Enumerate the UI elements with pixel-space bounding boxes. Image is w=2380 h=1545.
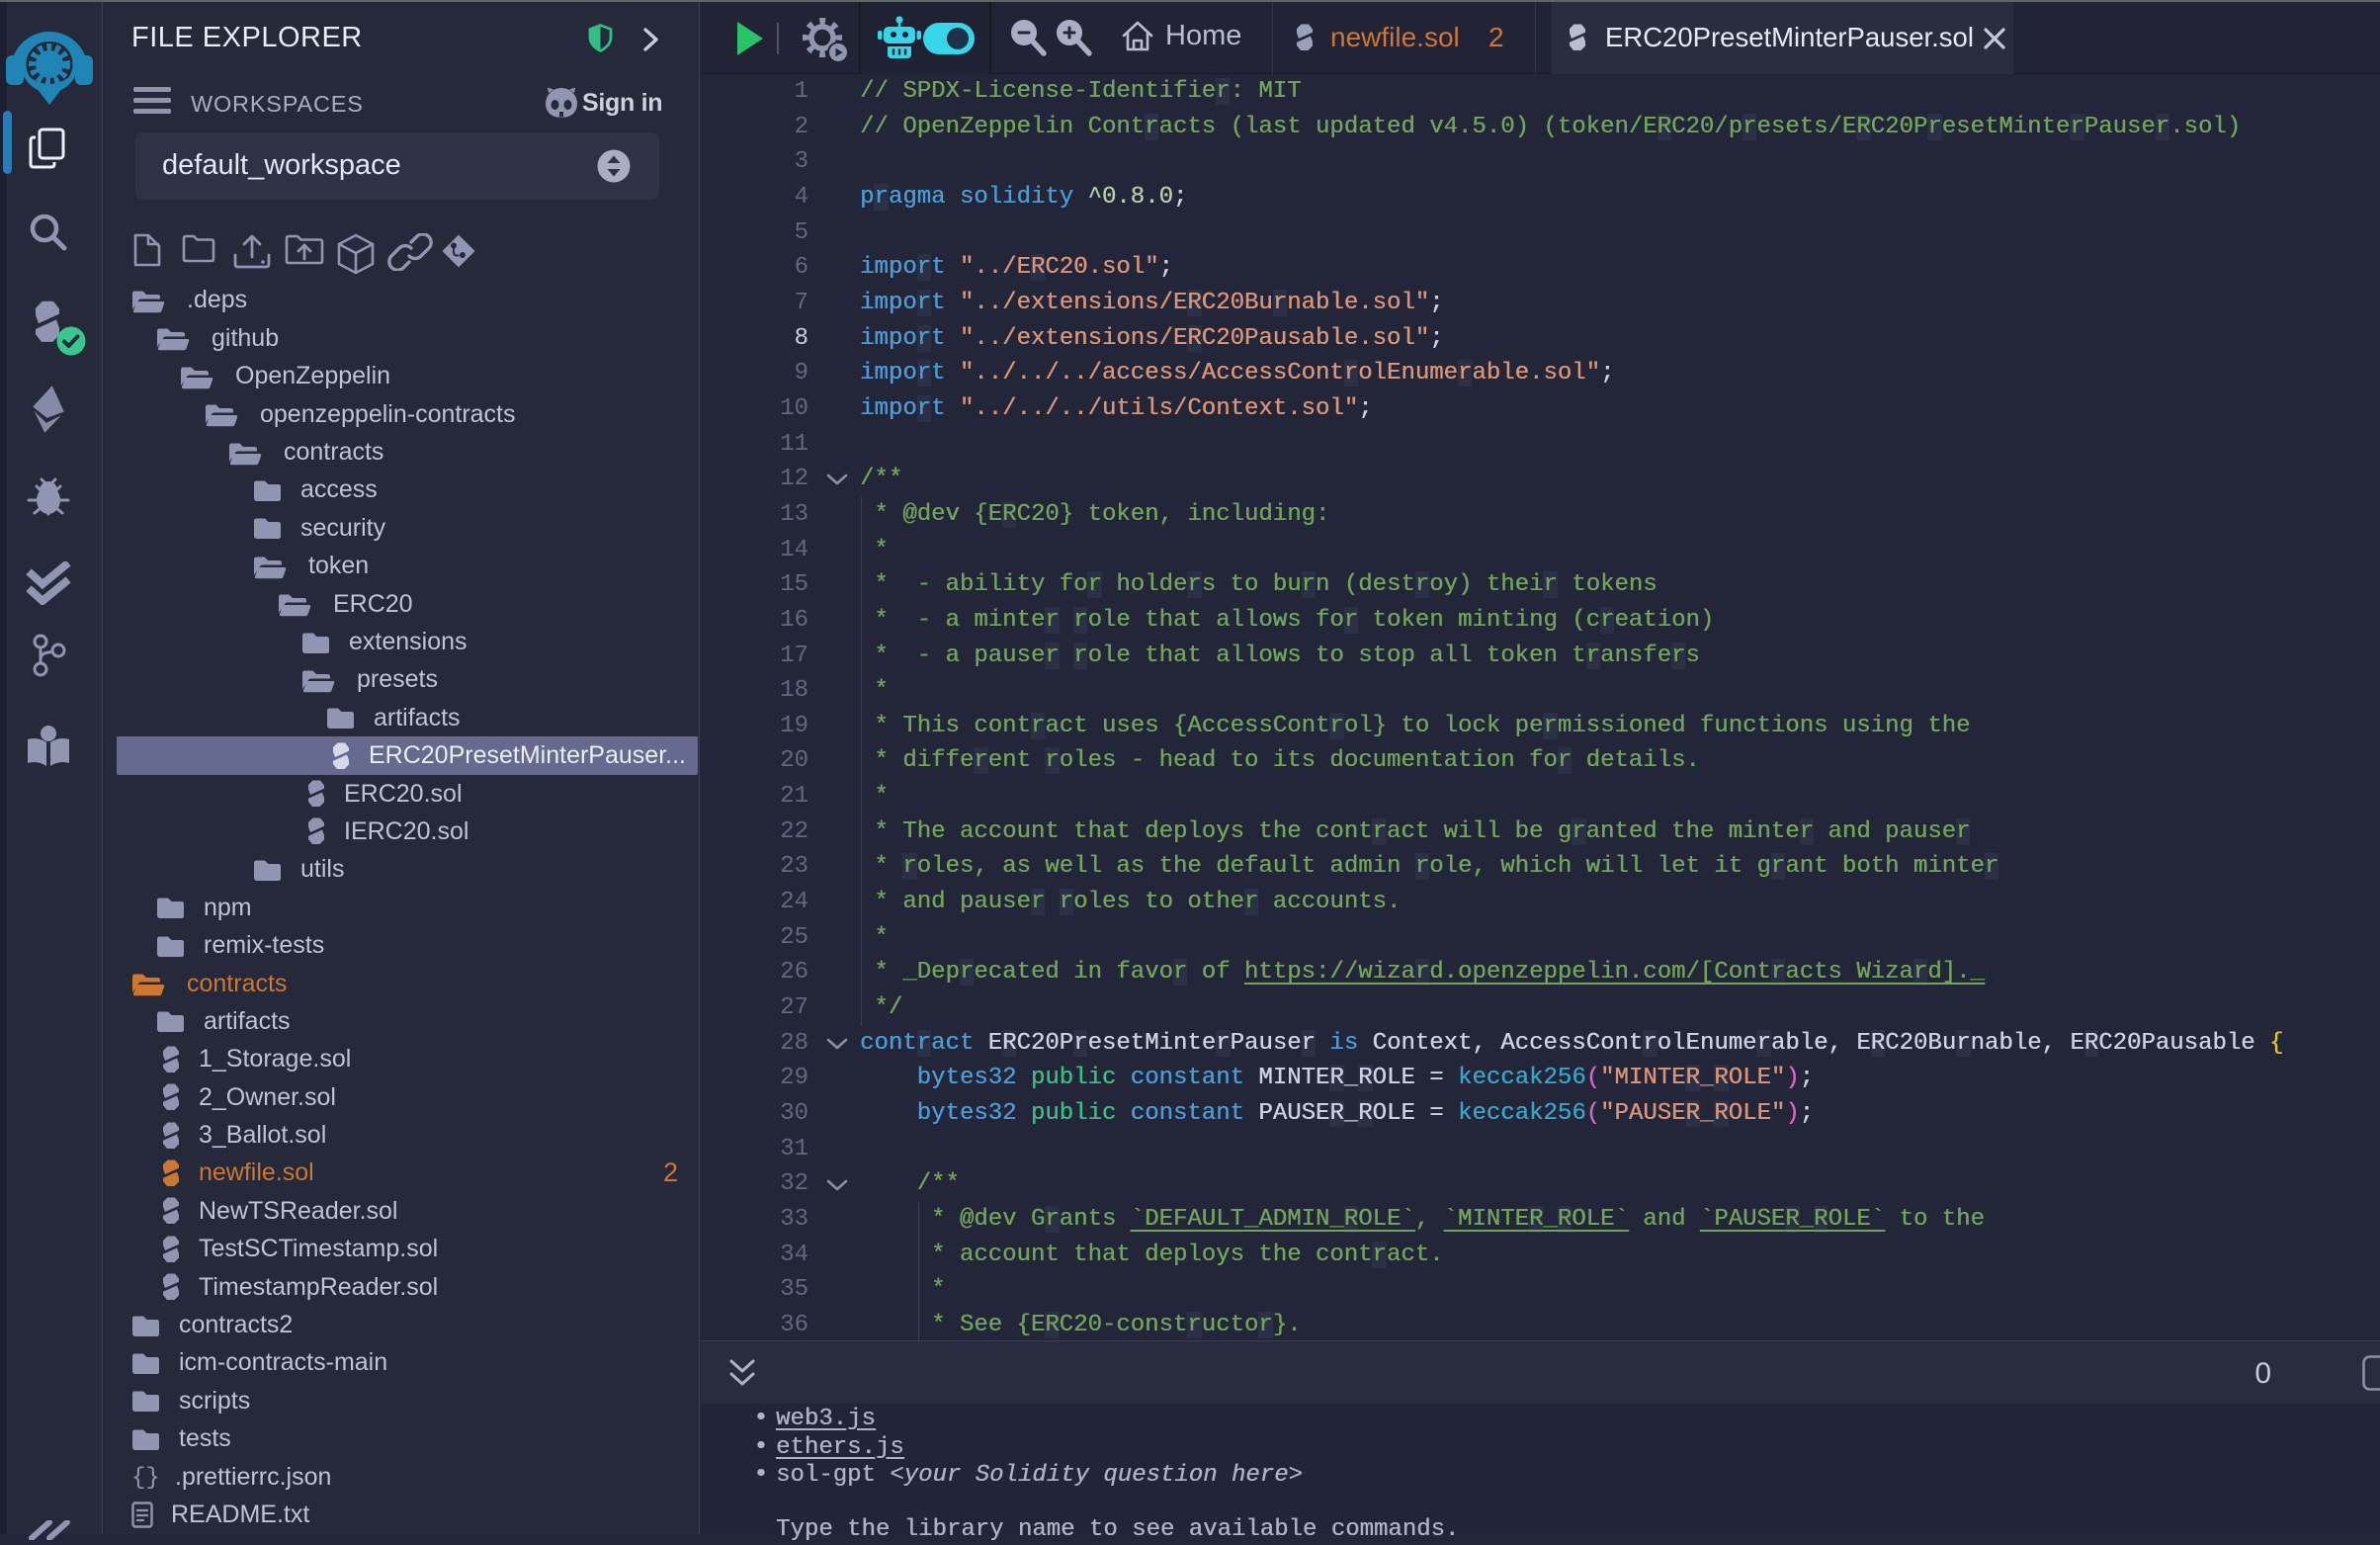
svg-text:{}: {} xyxy=(131,1465,160,1491)
